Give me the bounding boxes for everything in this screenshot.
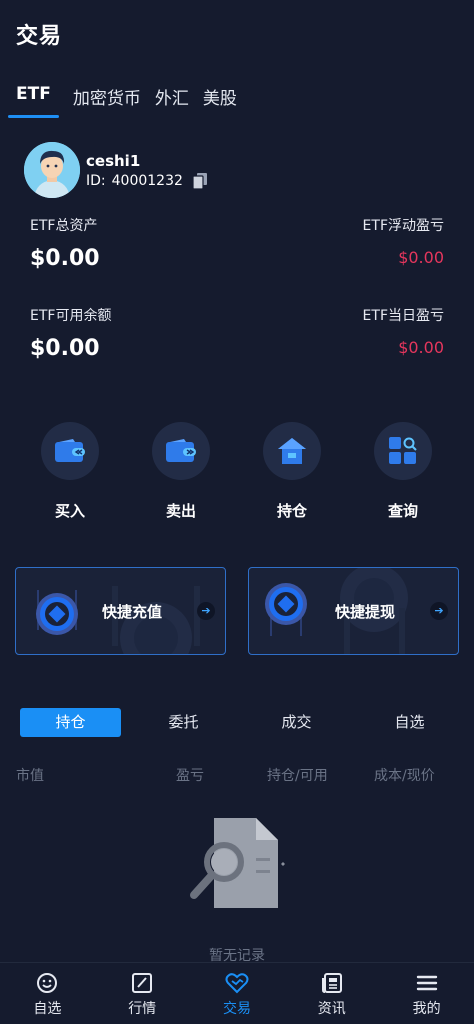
nav-market[interactable]: 行情 (95, 963, 190, 1024)
floating-pnl-value: $0.00 (398, 248, 444, 267)
wallet-out-icon (166, 439, 196, 462)
nav-trade[interactable]: 交易 (190, 963, 285, 1024)
news-icon (284, 972, 379, 994)
menu-icon (379, 972, 474, 994)
quick-deposit-card[interactable]: 快捷充值 ➔ (15, 567, 226, 655)
available-balance-label: ETF可用余额 (30, 308, 112, 324)
buy-label: 买入 (54, 502, 85, 520)
arrow-right-icon: ➔ (197, 602, 215, 620)
tab-trades[interactable]: 成交 (246, 708, 347, 737)
buy-button[interactable]: 买入 (41, 422, 99, 521)
tab-forex[interactable]: 外汇 (155, 84, 189, 123)
nav-news[interactable]: 资讯 (284, 963, 379, 1024)
available-balance-value: $0.00 (30, 336, 100, 361)
sell-button[interactable]: 卖出 (152, 422, 210, 521)
user-name: ceshi1 (86, 151, 141, 170)
nav-mine-label: 我的 (412, 1001, 441, 1017)
positions-label: 持仓 (276, 502, 307, 520)
tab-positions[interactable]: 持仓 (20, 708, 121, 737)
market-tabs: ETF 加密货币 外汇 美股 (8, 84, 251, 123)
daily-pnl-label: ETF当日盈亏 (362, 308, 444, 324)
column-cost-price: 成本/现价 (374, 768, 435, 784)
arrow-right-icon: ➔ (430, 602, 448, 620)
column-pnl: 盈亏 (176, 768, 204, 784)
wallet-in-icon (55, 439, 85, 462)
nav-trade-label: 交易 (222, 1001, 251, 1017)
user-id-value: 40001232 (111, 172, 183, 189)
empty-state-icon (186, 818, 286, 913)
tab-orders[interactable]: 委托 (133, 708, 234, 737)
user-profile: ceshi1 ID: 40001232 (24, 142, 207, 198)
nav-market-label: 行情 (128, 1001, 157, 1017)
quick-withdraw-label: 快捷提现 (335, 603, 396, 621)
floating-pnl-label: ETF浮动盈亏 (362, 218, 444, 234)
tab-watchlist[interactable]: 自选 (359, 708, 460, 737)
column-market-value: 市值 (16, 768, 44, 784)
trade-icon (190, 972, 285, 994)
query-label: 查询 (387, 502, 418, 520)
tab-etf[interactable]: ETF (8, 84, 59, 118)
house-icon (278, 438, 306, 464)
grid-search-icon (389, 437, 417, 464)
total-assets-value: $0.00 (30, 246, 100, 271)
daily-pnl-value: $0.00 (398, 338, 444, 357)
chart-icon (95, 972, 190, 994)
nav-news-label: 资讯 (317, 1001, 346, 1017)
page-title: 交易 (16, 24, 63, 49)
nav-mine[interactable]: 我的 (379, 963, 474, 1024)
copy-icon[interactable] (192, 172, 207, 190)
nav-watchlist-label: 自选 (33, 1001, 62, 1017)
avatar[interactable] (24, 142, 80, 198)
record-tabs: 持仓 委托 成交 自选 (20, 708, 460, 737)
quick-deposit-label: 快捷充值 (102, 603, 163, 621)
bottom-nav: 自选 行情 交易 资讯 我的 (0, 962, 474, 1024)
total-assets-label: ETF总资产 (30, 218, 98, 234)
positions-button[interactable]: 持仓 (263, 422, 321, 521)
user-id-label: ID: (86, 172, 106, 189)
avatar-person-icon (24, 142, 80, 198)
tab-crypto[interactable]: 加密货币 (73, 84, 141, 123)
quick-withdraw-card[interactable]: 快捷提现 ➔ (248, 567, 459, 655)
sell-label: 卖出 (165, 502, 196, 520)
smile-icon (0, 972, 95, 994)
column-holding-available: 持仓/可用 (267, 768, 328, 784)
tab-us-stocks[interactable]: 美股 (203, 84, 237, 123)
query-button[interactable]: 查询 (374, 422, 432, 521)
nav-watchlist[interactable]: 自选 (0, 963, 95, 1024)
